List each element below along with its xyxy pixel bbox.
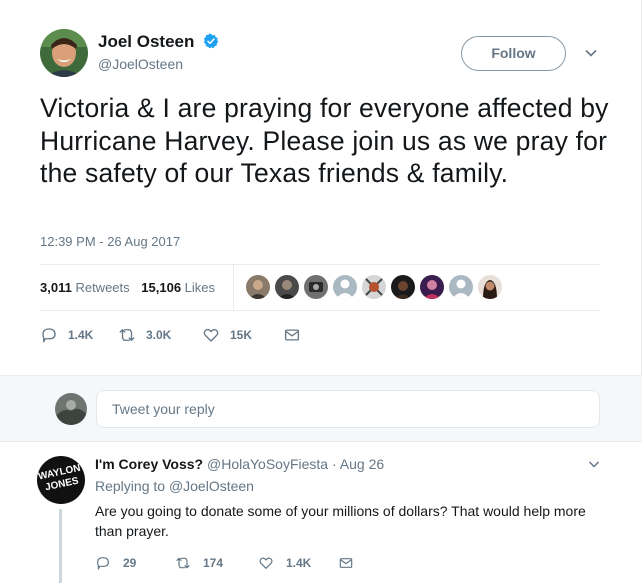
like-count: 1.4K <box>286 556 312 570</box>
envelope-icon <box>284 329 300 341</box>
reply-count: 1.4K <box>68 328 94 342</box>
direct-message-button[interactable] <box>283 325 311 345</box>
liker-avatar[interactable] <box>333 275 357 299</box>
direct-message-button[interactable] <box>338 553 366 573</box>
stats-separator <box>233 264 234 309</box>
tweet-text: Victoria & I are praying for everyone af… <box>40 93 609 188</box>
reply-tweet: WAYLON JONES I'm Corey Voss? @HolaYoSoyF… <box>0 443 642 583</box>
retweet-icon <box>176 557 190 569</box>
retweet-button[interactable]: 174 <box>175 553 223 573</box>
liker-avatar[interactable] <box>391 275 415 299</box>
reply-header: I'm Corey Voss? @HolaYoSoyFiesta · Aug 2… <box>95 456 384 472</box>
retweet-count: 174 <box>203 556 224 570</box>
replying-prefix: Replying to <box>95 478 166 494</box>
author-name-text[interactable]: Joel Osteen <box>98 32 194 51</box>
retweet-icon <box>119 329 135 341</box>
stats-bottom-divider <box>40 310 600 311</box>
retweets-stat[interactable]: 3,011 Retweets <box>40 280 130 295</box>
author-handle[interactable]: @JoelOsteen <box>98 56 183 72</box>
retweet-count: 3.0K <box>146 328 172 342</box>
tweet-stats: 3,011 Retweets 15,106 Likes <box>40 280 215 295</box>
reply-button[interactable]: 1.4K <box>40 325 93 345</box>
current-user-avatar[interactable] <box>55 393 87 425</box>
reply-separator: · <box>331 456 337 472</box>
chevron-down-icon[interactable] <box>584 46 598 60</box>
author-name[interactable]: Joel Osteen <box>98 32 219 52</box>
reply-author-avatar[interactable]: WAYLON JONES <box>37 456 85 504</box>
thread-line <box>59 509 62 583</box>
verified-badge-icon <box>204 33 219 49</box>
reply-input[interactable]: Tweet your reply <box>96 390 600 428</box>
reply-icon <box>97 557 109 570</box>
reply-button[interactable]: 29 <box>95 553 136 573</box>
reply-icon <box>42 328 56 343</box>
reply-author-handle[interactable]: @HolaYoSoyFiesta <box>207 456 328 472</box>
reply-date[interactable]: Aug 26 <box>340 456 384 472</box>
liker-avatar[interactable] <box>362 275 386 299</box>
replying-to-handle[interactable]: @JoelOsteen <box>169 478 254 494</box>
main-tweet: Joel Osteen @JoelOsteen Follow Victoria … <box>0 0 642 375</box>
reply-author-name[interactable]: I'm Corey Voss? <box>95 456 203 472</box>
like-button[interactable]: 15K <box>202 325 252 345</box>
chevron-down-icon[interactable] <box>588 458 600 470</box>
liker-avatar[interactable] <box>246 275 270 299</box>
liker-avatar[interactable] <box>449 275 473 299</box>
heart-icon <box>203 328 219 342</box>
like-button[interactable]: 1.4K <box>258 553 311 573</box>
author-avatar[interactable] <box>40 29 88 77</box>
replying-to: Replying to @JoelOsteen <box>95 478 254 494</box>
heart-icon <box>259 557 273 569</box>
reply-count: 29 <box>123 556 137 570</box>
liker-avatar[interactable] <box>478 275 502 299</box>
reply-composer: Tweet your reply <box>0 375 642 442</box>
tweet-timestamp[interactable]: 12:39 PM - 26 Aug 2017 <box>40 234 180 249</box>
stats-top-divider <box>40 264 600 265</box>
envelope-icon <box>339 558 353 568</box>
liker-avatar[interactable] <box>275 275 299 299</box>
liker-avatar[interactable] <box>420 275 444 299</box>
follow-button[interactable]: Follow <box>461 36 566 71</box>
retweet-button[interactable]: 3.0K <box>118 325 171 345</box>
reply-text: Are you going to donate some of your mil… <box>95 503 586 539</box>
likes-stat[interactable]: 15,106 Likes <box>141 280 215 295</box>
like-count: 15K <box>230 328 253 342</box>
liker-avatar[interactable] <box>304 275 328 299</box>
